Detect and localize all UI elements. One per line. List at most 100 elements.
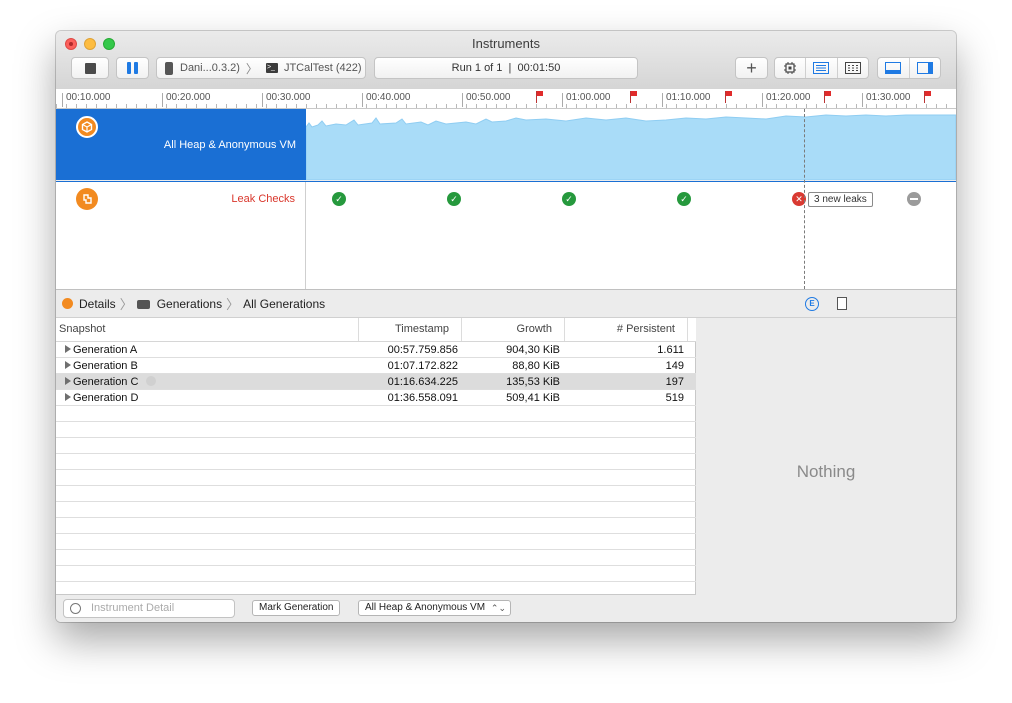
leaks-track-label: Leak Checks xyxy=(231,193,295,205)
empty-row xyxy=(56,534,696,550)
go-to-arrow-icon[interactable] xyxy=(146,376,157,386)
detail-filter-bar: Instrument Detail Mark Generation All He… xyxy=(56,594,696,622)
filter-icon xyxy=(70,603,81,614)
leak-check-ok-icon[interactable]: ✓ xyxy=(562,192,576,206)
timestamp-cell: 00:57.759.856 xyxy=(387,344,458,356)
table-header: Snapshot Timestamp Growth # Persistent xyxy=(56,318,696,342)
inspector-pane: E Nothing xyxy=(696,290,956,622)
table-row-selected[interactable]: Generation C 01:16.634.225 135,53 KiB 19… xyxy=(56,374,696,390)
process-icon: >_ xyxy=(265,63,278,73)
thread-view-button[interactable] xyxy=(838,58,868,78)
disclosure-triangle-icon[interactable] xyxy=(65,393,71,401)
column-header-snapshot[interactable]: Snapshot xyxy=(56,318,359,341)
toggle-inspector-button[interactable] xyxy=(910,58,941,78)
leaks-track-header[interactable]: Leak Checks xyxy=(56,182,306,217)
list-icon xyxy=(813,62,830,74)
leak-check-pending-icon[interactable] xyxy=(907,192,921,206)
allocations-track-label: All Heap & Anonymous VM xyxy=(163,139,296,151)
snapshot-name: Generation D xyxy=(73,392,139,404)
run-info[interactable]: Run 1 of 1 | 00:01:50 xyxy=(374,57,638,79)
run-info-text: Run 1 of 1 | 00:01:50 xyxy=(451,62,561,74)
jumpbar-details[interactable]: Details xyxy=(79,297,116,311)
disclosure-triangle-icon[interactable] xyxy=(65,345,71,353)
growth-cell: 88,80 KiB xyxy=(512,360,560,372)
heap-graph[interactable] xyxy=(305,109,956,181)
instrument-select-value: All Heap & Anonymous VM xyxy=(365,602,486,613)
chevron-right-icon: 〉 xyxy=(245,61,258,76)
chevron-right-icon: 〉 xyxy=(226,297,240,312)
table-row[interactable]: Generation B 01:07.172.822 88,80 KiB 149 xyxy=(56,358,696,374)
jumpbar-all-generations[interactable]: All Generations xyxy=(243,297,325,311)
ruler-tick: 00:30.000 xyxy=(262,93,311,107)
table-row[interactable]: Generation A 00:57.759.856 904,30 KiB 1.… xyxy=(56,342,696,358)
allocations-track-header[interactable]: All Heap & Anonymous VM xyxy=(56,109,306,180)
generations-table: Generation A 00:57.759.856 904,30 KiB 1.… xyxy=(56,342,696,582)
add-instrument-button[interactable]: + xyxy=(735,57,768,79)
leak-check-lane[interactable]: ✓ ✓ ✓ ✓ ✕ 3 new leaks xyxy=(306,182,956,217)
instrument-select[interactable]: All Heap & Anonymous VM ⌃⌄ xyxy=(358,600,511,616)
flag-icon[interactable] xyxy=(924,91,932,103)
growth-cell: 904,30 KiB xyxy=(506,344,560,356)
empty-row xyxy=(56,502,696,518)
instrument-detail-filter[interactable]: Instrument Detail xyxy=(63,599,235,618)
toolbar: Instruments Dani...0.3.2) 〉 >_ JTCalTest… xyxy=(56,31,956,90)
leak-check-ok-icon[interactable]: ✓ xyxy=(332,192,346,206)
leak-check-ok-icon[interactable]: ✓ xyxy=(447,192,461,206)
persistent-cell: 149 xyxy=(665,360,684,372)
filter-placeholder: Instrument Detail xyxy=(91,602,175,614)
persistent-cell: 197 xyxy=(665,376,684,388)
empty-row xyxy=(56,550,696,566)
stop-button[interactable] xyxy=(71,57,109,79)
column-header-persistent[interactable]: # Persistent xyxy=(565,318,688,341)
grid-icon xyxy=(844,62,861,74)
inspection-head[interactable] xyxy=(804,109,805,289)
allocations-icon xyxy=(62,298,73,309)
flag-icon[interactable] xyxy=(725,91,733,103)
target-chooser[interactable]: Dani...0.3.2) 〉 >_ JTCalTest (422) xyxy=(156,57,366,79)
table-row[interactable]: Generation D 01:36.558.091 509,41 KiB 51… xyxy=(56,390,696,406)
bottom-panel-icon xyxy=(885,62,902,74)
iphone-icon xyxy=(165,61,173,75)
ruler-tick: 01:10.000 xyxy=(662,93,711,107)
allocations-track[interactable]: All Heap & Anonymous VM xyxy=(56,109,956,181)
time-ruler[interactable]: 00:10.000 00:20.000 00:30.000 00:40.000 … xyxy=(56,89,956,109)
flag-icon[interactable] xyxy=(824,91,832,103)
disclosure-triangle-icon[interactable] xyxy=(65,377,71,385)
instruments-window: Instruments Dani...0.3.2) 〉 >_ JTCalTest… xyxy=(56,31,956,622)
pause-icon xyxy=(127,62,138,74)
mark-generation-button[interactable]: Mark Generation xyxy=(252,600,341,616)
ruler-tick: 00:40.000 xyxy=(362,93,411,107)
empty-row xyxy=(56,566,696,582)
target-name: JTCalTest (422) xyxy=(283,62,362,74)
jumpbar-generations[interactable]: Generations xyxy=(157,297,222,311)
pause-button[interactable] xyxy=(116,57,149,79)
column-header-growth[interactable]: Growth xyxy=(462,318,565,341)
extended-detail-icon[interactable]: E xyxy=(805,297,819,311)
camera-icon xyxy=(136,300,150,309)
ruler-tick: 00:20.000 xyxy=(162,93,211,107)
leaks-instrument-icon xyxy=(76,188,98,210)
flag-icon[interactable] xyxy=(630,91,638,103)
right-panel-icon xyxy=(916,62,933,74)
flag-icon[interactable] xyxy=(536,91,544,103)
empty-row xyxy=(56,438,696,454)
view-strategy-control xyxy=(774,57,869,79)
disclosure-triangle-icon[interactable] xyxy=(65,361,71,369)
growth-cell: 509,41 KiB xyxy=(506,392,560,404)
timestamp-cell: 01:36.558.091 xyxy=(387,392,458,404)
cpu-view-button[interactable] xyxy=(775,58,807,78)
inspector-empty-text: Nothing xyxy=(796,462,856,481)
snapshot-name: Generation A xyxy=(73,344,138,356)
ruler-tick: 01:30.000 xyxy=(862,93,911,107)
document-icon[interactable] xyxy=(837,297,847,310)
new-leaks-tag[interactable]: 3 new leaks xyxy=(808,192,873,207)
empty-row xyxy=(56,518,696,534)
column-header-timestamp[interactable]: Timestamp xyxy=(359,318,462,341)
toggle-detail-button[interactable] xyxy=(878,58,910,78)
timestamp-cell: 01:07.172.822 xyxy=(387,360,458,372)
leak-check-ok-icon[interactable]: ✓ xyxy=(677,192,691,206)
leaks-track[interactable]: Leak Checks ✓ ✓ ✓ ✓ ✕ 3 new leaks xyxy=(56,181,956,218)
snapshot-name: Generation B xyxy=(73,360,138,372)
growth-cell: 135,53 KiB xyxy=(506,376,560,388)
instrument-view-button[interactable] xyxy=(806,58,838,78)
